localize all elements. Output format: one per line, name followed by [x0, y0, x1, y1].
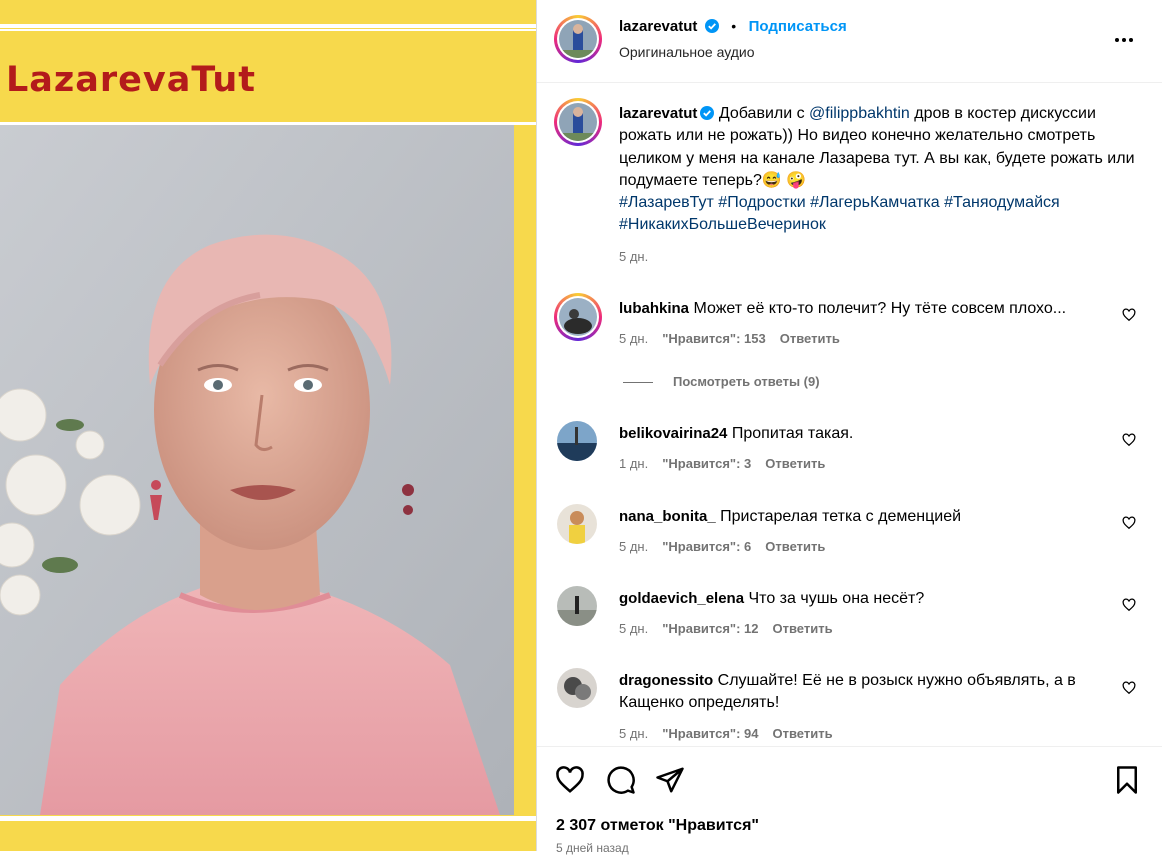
comment-avatar[interactable]: [557, 504, 597, 544]
comment-username[interactable]: goldaevich_elena: [619, 590, 744, 607]
comment-avatar[interactable]: [557, 668, 597, 708]
follow-button[interactable]: Подписаться: [749, 18, 847, 35]
comment-likes[interactable]: "Нравится": 153: [662, 331, 766, 346]
verified-icon: [700, 106, 715, 120]
comment-time: 5 дн.: [619, 331, 649, 346]
comment-avatar[interactable]: [557, 421, 597, 461]
comment-likes[interactable]: "Нравится": 12: [662, 621, 758, 636]
comment-item: goldaevich_elena Что за чушь она несёт?: [619, 588, 1119, 610]
comment-username[interactable]: belikovairina24: [619, 425, 727, 442]
comment-text: Пристарелая тетка с деменцией: [720, 508, 962, 525]
heart-icon[interactable]: [1122, 681, 1136, 695]
comment-meta: 5 дн. "Нравится": 153 Ответить: [619, 331, 854, 346]
author-username[interactable]: lazarevatut: [619, 18, 697, 35]
header-separator: •: [731, 18, 737, 34]
author-avatar[interactable]: [554, 15, 602, 63]
replies-line: [623, 382, 653, 384]
comment-meta: 5 дн. "Нравится": 94 Ответить: [619, 726, 847, 741]
comment-text: Что за чушь она несёт?: [748, 590, 925, 607]
heart-icon[interactable]: [1122, 308, 1136, 322]
heart-icon[interactable]: [1122, 433, 1136, 447]
video-brand-text: LazarevaTut: [6, 60, 257, 100]
comment-meta: 5 дн. "Нравится": 6 Ответить: [619, 539, 839, 554]
comment-item: belikovairina24 Пропитая такая.: [619, 423, 1119, 445]
video-player[interactable]: LazarevaTut: [0, 0, 536, 851]
heart-icon[interactable]: [1122, 598, 1136, 612]
post-time: 5 дней назад: [556, 841, 629, 855]
comment-username[interactable]: dragonessito: [619, 672, 713, 689]
view-replies-button[interactable]: Посмотреть ответы (9): [623, 374, 820, 389]
reply-button[interactable]: Ответить: [780, 331, 840, 346]
banner-stripe-top2: [0, 29, 536, 31]
comment-meta: 1 дн. "Нравится": 3 Ответить: [619, 456, 839, 471]
video-frame: [0, 125, 514, 815]
comment-item: dragonessito Слушайте! Её не в розыск ну…: [619, 670, 1099, 714]
banner-stripe-top: [0, 24, 536, 28]
comment-time: 1 дн.: [619, 456, 649, 471]
share-icon[interactable]: [655, 765, 685, 795]
post-caption: lazarevatut Добавили с @filippbakhtin др…: [619, 103, 1139, 237]
caption-username[interactable]: lazarevatut: [619, 105, 697, 122]
caption-time: 5 дн.: [619, 249, 649, 264]
reply-button[interactable]: Ответить: [765, 539, 825, 554]
audio-label[interactable]: Оригинальное аудио: [619, 44, 755, 60]
comment-username[interactable]: nana_bonita_: [619, 508, 716, 525]
comment-likes[interactable]: "Нравится": 6: [662, 539, 751, 554]
comment-item: nana_bonita_ Пристарелая тетка с деменци…: [619, 506, 1119, 528]
comment-username[interactable]: lubahkina: [619, 300, 689, 317]
caption-hashtags[interactable]: #ЛазаревТут #Подростки #ЛагерьКамчатка #…: [619, 194, 1060, 233]
reply-button[interactable]: Ответить: [765, 456, 825, 471]
comment-text: Пропитая такая.: [731, 425, 854, 442]
verified-icon: [704, 19, 719, 33]
comment-time: 5 дн.: [619, 726, 649, 741]
comment-meta: 5 дн. "Нравится": 12 Ответить: [619, 621, 847, 636]
comment-text: Может её кто-то полечит? Ну тёте совсем …: [693, 300, 1067, 317]
post-header: lazarevatut • Подписаться Оригинальное а…: [537, 0, 1162, 83]
comment-item: lubahkina Может её кто-то полечит? Ну тё…: [619, 298, 1119, 320]
banner-stripe-bottom: [0, 816, 536, 821]
post-panel: lazarevatut • Подписаться Оригинальное а…: [537, 0, 1162, 855]
heart-icon[interactable]: [1122, 516, 1136, 530]
comment-icon[interactable]: [606, 765, 636, 795]
comment-likes[interactable]: "Нравится": 94: [662, 726, 758, 741]
caption-text-before: Добавили с: [718, 105, 810, 122]
comment-time: 5 дн.: [619, 539, 649, 554]
view-replies-label: Посмотреть ответы (9): [673, 374, 820, 389]
caption-avatar[interactable]: [554, 98, 602, 146]
comment-time: 5 дн.: [619, 621, 649, 636]
bookmark-icon[interactable]: [1112, 765, 1142, 795]
caption-mention[interactable]: @filippbakhtin: [809, 105, 910, 122]
comment-avatar[interactable]: [554, 293, 602, 341]
likes-count[interactable]: 2 307 отметок "Нравится": [556, 817, 759, 835]
more-icon[interactable]: [1112, 28, 1136, 52]
heart-icon[interactable]: [555, 765, 585, 795]
comment-avatar[interactable]: [557, 586, 597, 626]
reply-button[interactable]: Ответить: [773, 621, 833, 636]
post-actions: 2 307 отметок "Нравится" 5 дней назад: [537, 746, 1162, 855]
reply-button[interactable]: Ответить: [773, 726, 833, 741]
comment-likes[interactable]: "Нравится": 3: [662, 456, 751, 471]
